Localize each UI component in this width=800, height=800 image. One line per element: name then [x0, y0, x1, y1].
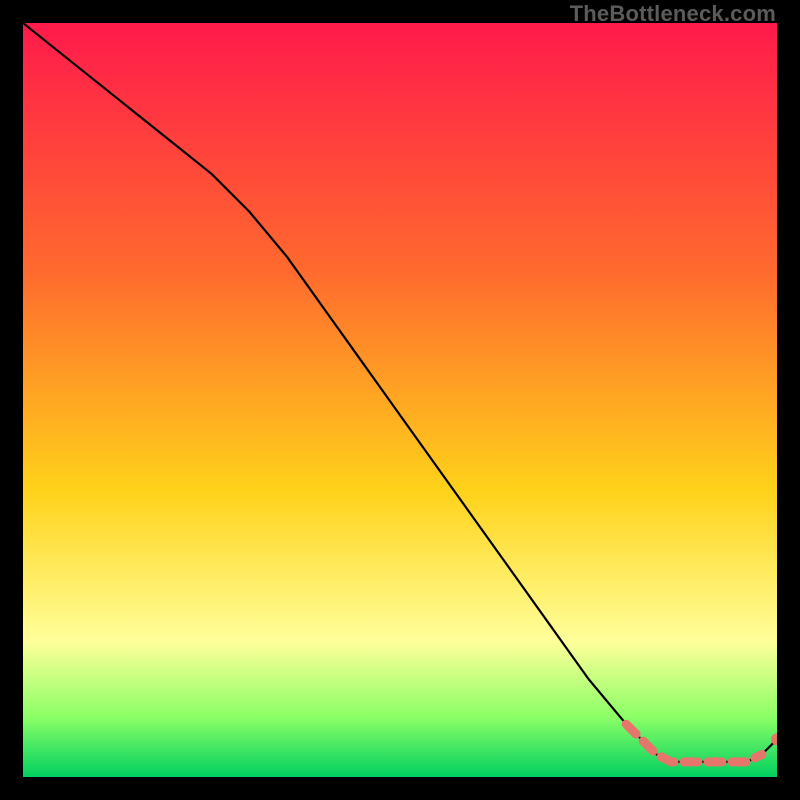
watermark-text: TheBottleneck.com [570, 1, 776, 27]
chart-stage: TheBottleneck.com [0, 0, 800, 800]
chart-overlay [23, 23, 777, 777]
plot-area [23, 23, 777, 777]
highlight-segment [626, 724, 762, 762]
main-line [23, 23, 777, 762]
